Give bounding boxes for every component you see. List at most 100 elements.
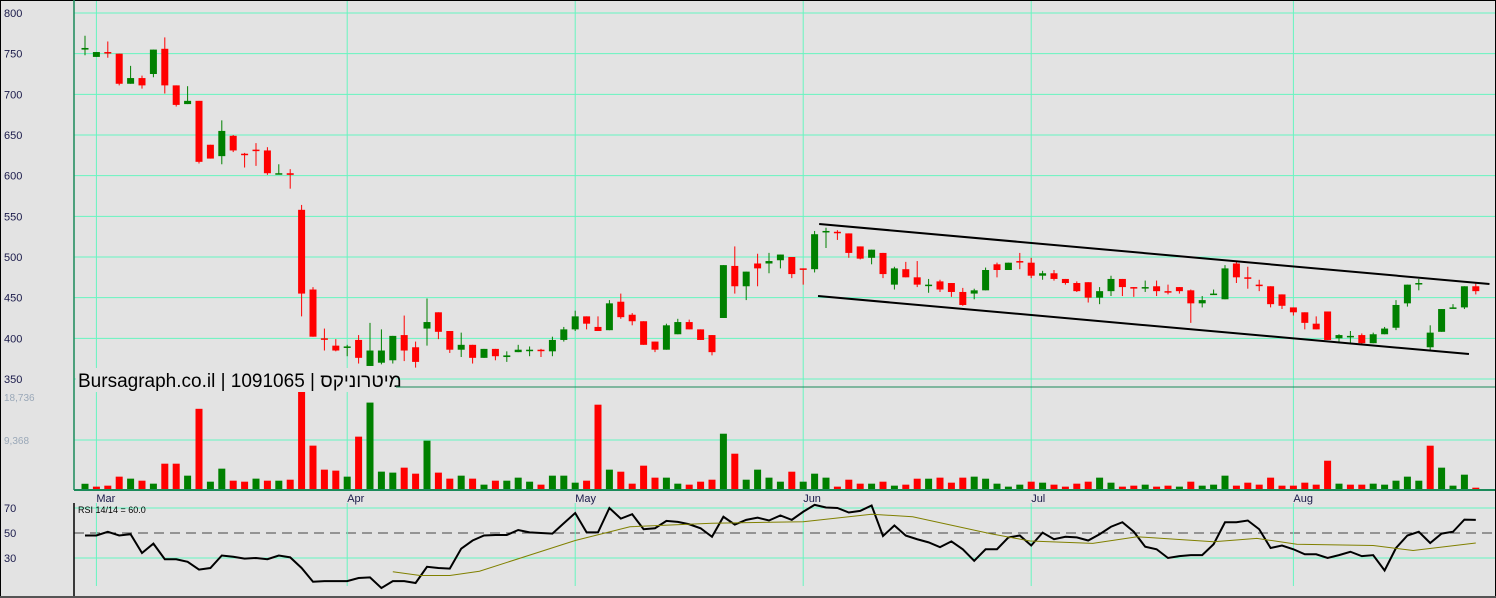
volume-bar — [161, 463, 169, 489]
volume-bar — [788, 471, 796, 489]
candle-body — [1335, 335, 1343, 339]
candle-body — [1016, 261, 1024, 263]
volume-bar — [81, 483, 89, 489]
candle — [811, 230, 819, 273]
candle-body — [1312, 323, 1320, 330]
candle-body — [1096, 291, 1104, 298]
volume-bar — [218, 468, 226, 489]
candle-body — [1164, 291, 1172, 293]
volume-bar — [115, 476, 123, 489]
volume-bar — [1426, 445, 1434, 489]
volume-bar — [514, 477, 522, 489]
volume-bar — [252, 478, 260, 489]
volume-bar — [241, 481, 249, 489]
candle — [309, 287, 317, 337]
volume-bar — [1267, 477, 1275, 489]
volume-bar — [343, 476, 351, 489]
volume-bar — [1278, 485, 1286, 489]
candle-body — [184, 100, 192, 105]
candle-body — [298, 209, 306, 294]
candle-body — [947, 283, 955, 292]
candle-body — [1210, 293, 1218, 296]
volume-bar — [92, 486, 100, 489]
candle-body — [1324, 311, 1332, 340]
volume-bar — [1244, 482, 1252, 489]
volume-bar — [913, 478, 921, 489]
volume-bar — [184, 475, 192, 489]
rsi-axis: 70 50 30 — [4, 503, 16, 565]
volume-bar — [309, 445, 317, 489]
candle — [1004, 262, 1012, 271]
volume-bar — [1381, 484, 1389, 489]
candle-body — [537, 349, 545, 352]
candle-body — [583, 316, 591, 324]
volume-bar — [1472, 487, 1480, 489]
volume-bar — [925, 478, 933, 489]
candle-body — [674, 322, 682, 335]
candle-body — [1198, 300, 1206, 304]
rsi-label: RSI 14/14 = 60.0 — [78, 505, 146, 515]
month-label: Aug — [1293, 493, 1313, 505]
candle-body — [366, 350, 374, 366]
volume-bar — [1039, 482, 1047, 489]
candle-body — [856, 246, 864, 259]
candle-body — [776, 254, 784, 261]
volume-bar — [298, 390, 306, 489]
candle-body — [1153, 286, 1161, 292]
volume-tick-label: 18,736 — [4, 393, 35, 404]
candle-body — [332, 345, 340, 351]
candle-body — [548, 339, 556, 352]
candle-body — [127, 78, 135, 84]
volume-bar — [389, 472, 397, 489]
volume-bar — [275, 480, 283, 489]
candle-body — [640, 321, 648, 345]
candle — [480, 348, 488, 358]
candle-body — [719, 265, 727, 318]
candle — [1221, 265, 1229, 300]
volume-bar — [959, 477, 967, 489]
candle-body — [206, 144, 214, 159]
candle-body — [491, 348, 499, 357]
candle-body — [799, 268, 807, 270]
candle — [662, 323, 670, 350]
volume-bar — [1016, 484, 1024, 489]
volume-bar — [1358, 484, 1366, 489]
volume-bar — [868, 483, 876, 489]
candle-body — [765, 261, 773, 264]
candle-body — [1472, 286, 1480, 292]
volume-bar — [286, 479, 294, 489]
volume-bar — [172, 463, 180, 489]
volume-bar — [856, 483, 864, 489]
volume-bar — [377, 471, 385, 489]
volume-bar — [594, 404, 602, 489]
candle-body — [560, 329, 568, 340]
volume-bar — [970, 476, 978, 489]
candle-body — [218, 130, 226, 157]
candle-body — [982, 270, 990, 291]
candle-body — [1403, 284, 1411, 304]
volume-bar — [1004, 486, 1012, 489]
volume-bar — [708, 479, 716, 489]
candle-body — [936, 281, 944, 290]
volume-bar — [1460, 474, 1468, 489]
candle — [206, 144, 214, 159]
candle — [697, 329, 705, 340]
volume-bar — [697, 481, 705, 489]
volume-bar — [731, 453, 739, 489]
volume-bar — [833, 486, 841, 489]
volume-bar — [1027, 481, 1035, 489]
candle-body — [400, 335, 408, 351]
volume-bar — [1438, 467, 1446, 489]
price-tick-label: 450 — [4, 293, 22, 305]
candle-body — [1004, 262, 1012, 271]
candle-body — [1415, 283, 1423, 285]
volume-bar — [1050, 484, 1058, 489]
price-tick-label: 400 — [4, 333, 22, 345]
candle — [982, 267, 990, 291]
volume-bar — [1084, 481, 1092, 489]
volume-bar — [822, 477, 830, 489]
volume-bar — [537, 484, 545, 489]
candle-body — [822, 230, 830, 233]
volume-bar — [1164, 485, 1172, 489]
volume-bar — [503, 480, 511, 489]
